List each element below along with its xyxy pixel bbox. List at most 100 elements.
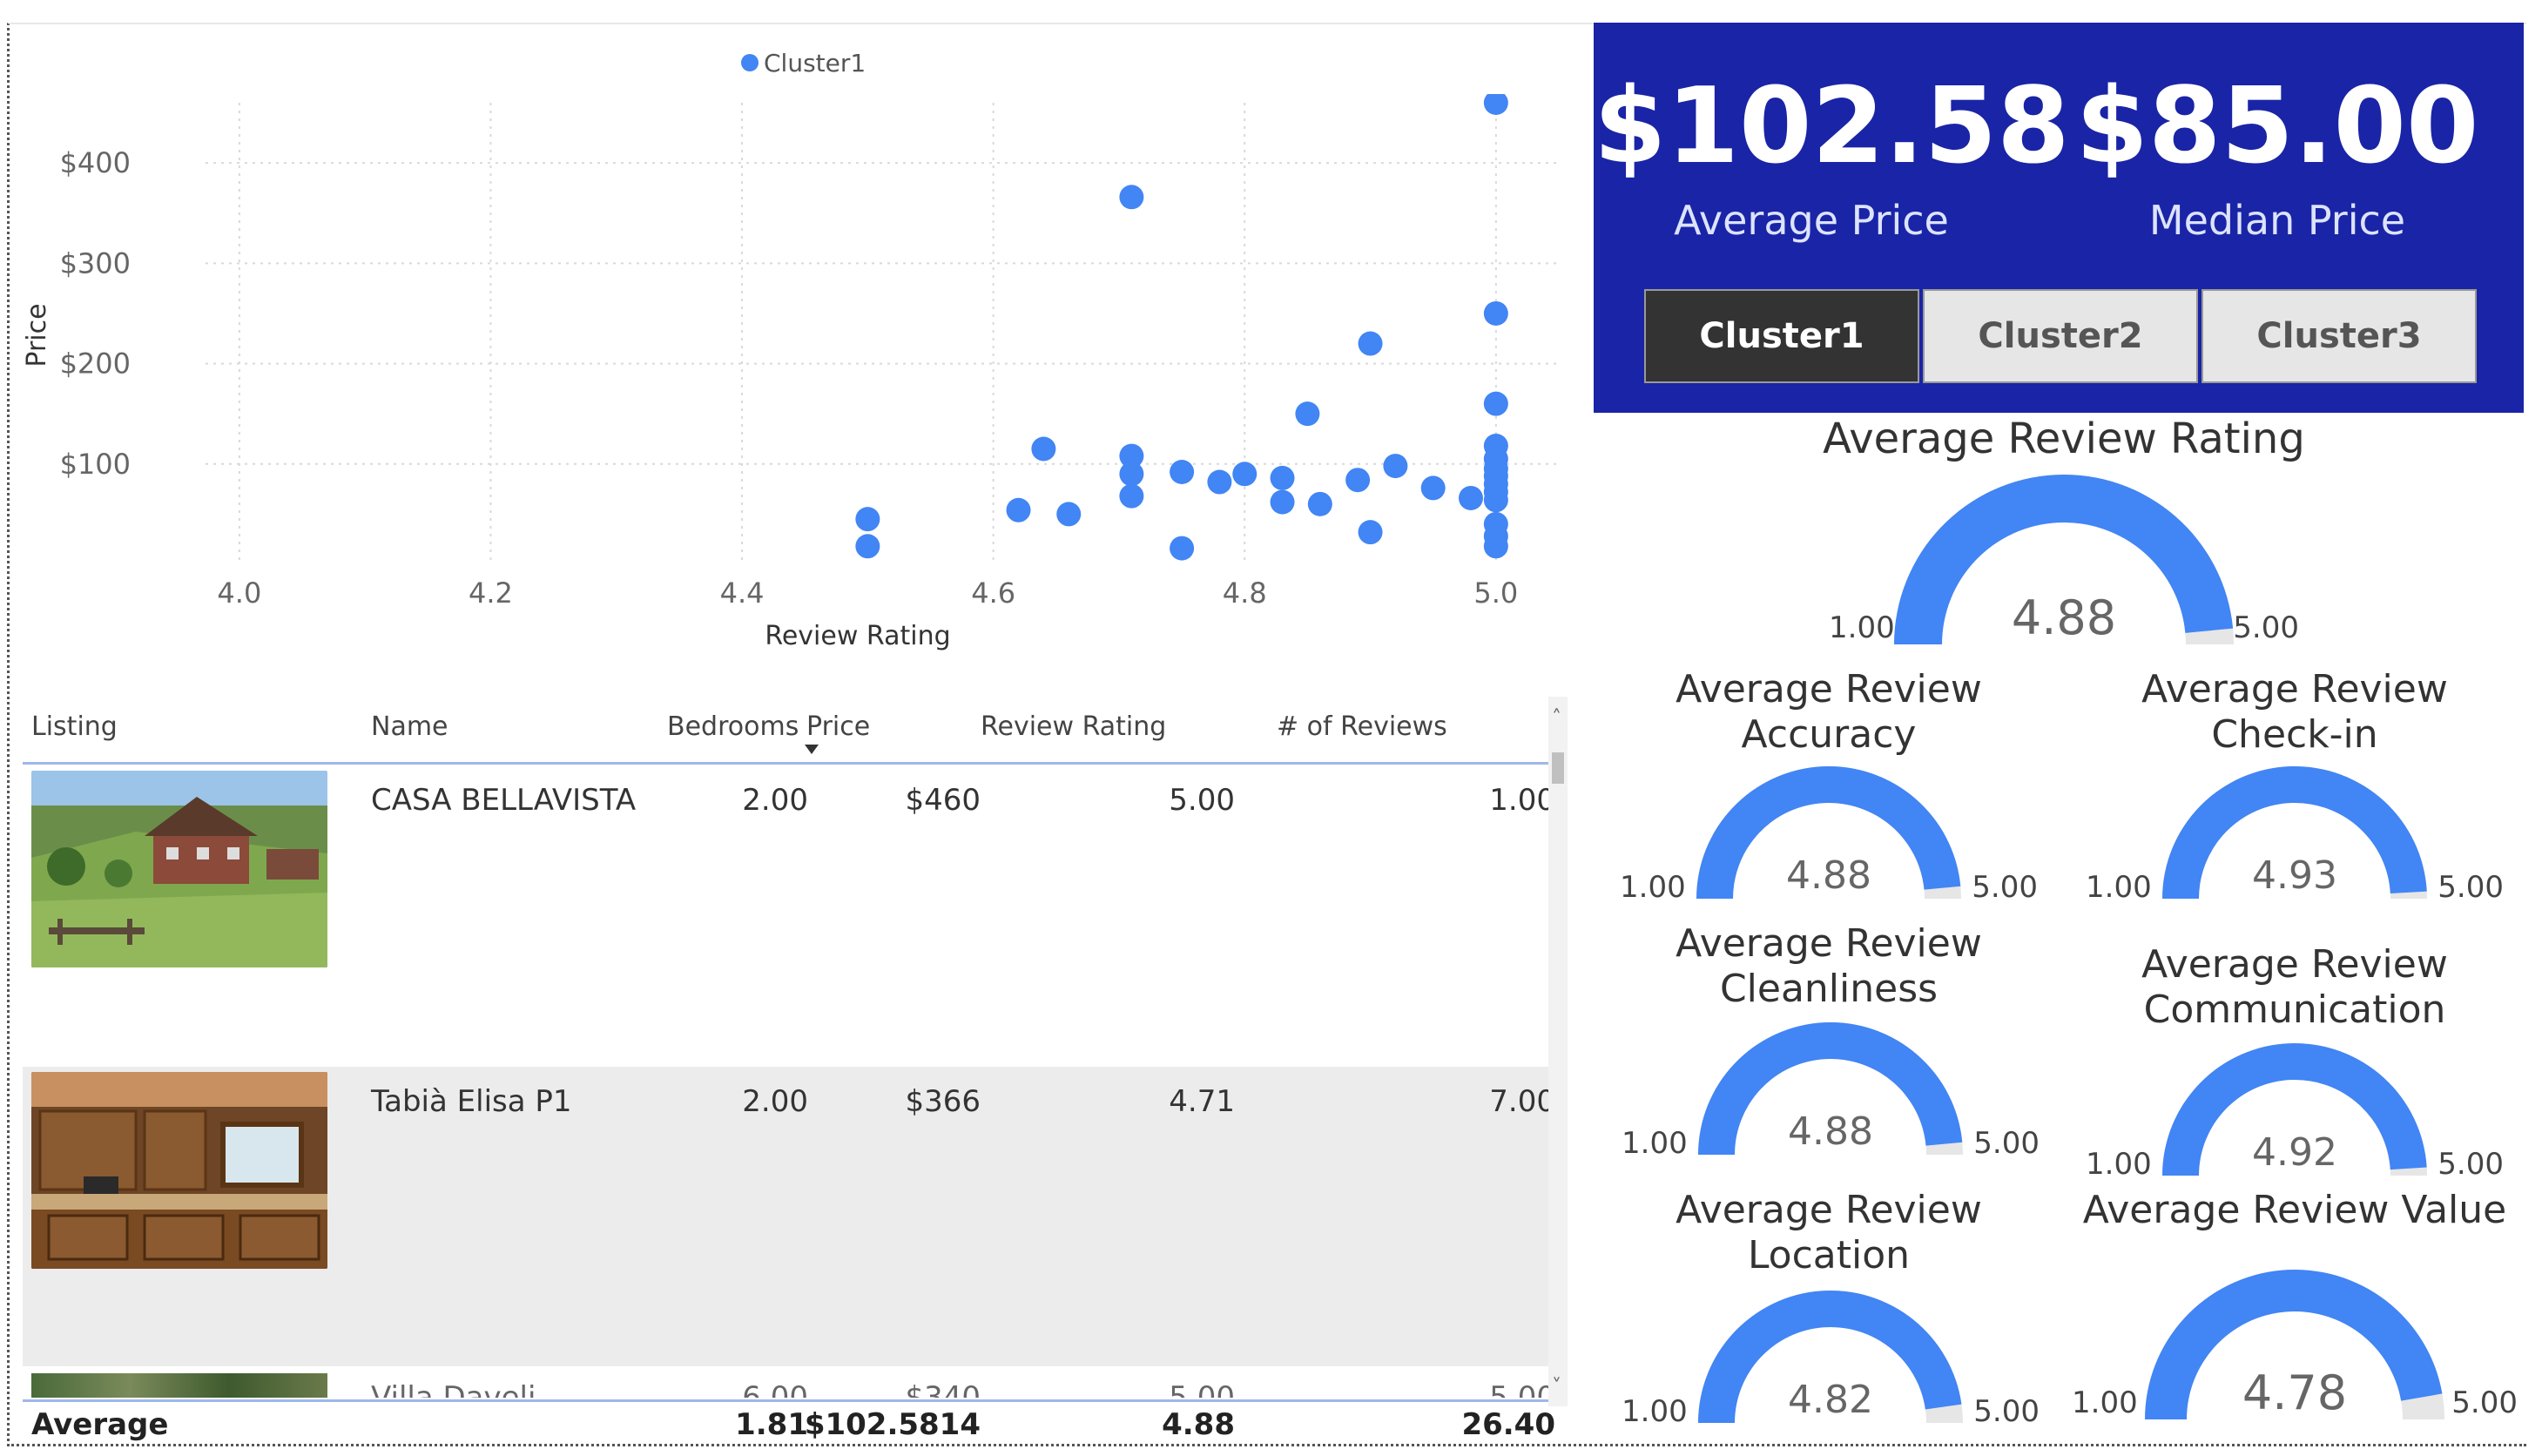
scatter-point [1232,462,1258,487]
x-tick-label: 4.0 [217,576,261,610]
gauge-title-check-in: Average Review Check-in [2068,667,2521,758]
price-kpi-panel: $102.58 Average Price $85.00 Median Pric… [1594,23,2524,413]
listing-photo-partial [31,1373,327,1398]
scatter-point [1420,475,1446,501]
cell-num-reviews: 1.00 [1489,783,1555,818]
scatter-point [1345,468,1371,493]
scatter-point [1170,536,1195,561]
cell-price: $340 [905,1380,981,1398]
cluster3-slicer-button[interactable]: Cluster3 [2201,289,2477,383]
table-row[interactable]: Villa Daveli 6.00 $340 5.00 5.00 [23,1373,1566,1398]
scatter-point [1119,483,1144,509]
gauge-value: 4.88 [1786,853,1871,898]
table-header: Listing Name Bedrooms Price Review Ratin… [23,692,1566,765]
scatter-point [1119,185,1144,210]
gauge-review-rating[interactable]: 4.88 1.00 5.00 [1794,470,2334,662]
scatter-point [1207,469,1232,495]
gauge-review-location[interactable]: 4.82 1.00 5.00 [1613,1284,2048,1432]
cell-name: Tabià Elisa P1 [371,1084,572,1119]
gauge-review-check-in[interactable]: 4.93 1.00 5.00 [2077,759,2512,907]
gauge-min-label: 1.00 [2086,1147,2152,1182]
table-row[interactable]: CASA BELLAVISTA 2.00 $460 5.00 1.00 [23,765,1566,1065]
gauge-min-label: 1.00 [1620,870,1686,905]
scatter-point [1358,331,1383,356]
y-tick-label: $400 [60,146,131,179]
scatter-point [1358,520,1383,545]
gauge-max-label: 5.00 [2437,1147,2504,1182]
scatter-point [1483,94,1508,115]
gauge-review-value[interactable]: 4.78 1.00 5.00 [2068,1249,2521,1423]
gauge-review-cleanliness[interactable]: 4.88 1.00 5.00 [1613,1015,2048,1163]
scroll-thumb[interactable] [1552,752,1564,784]
gauge-title-line: Average Review [1676,1188,1982,1232]
gauge-title-review-rating: Average Review Rating [1823,415,2305,463]
table-footer-average: Average 1.81 $102.5814 4.88 26.40 [23,1399,1566,1442]
y-axis-title: Price [22,303,52,367]
gauge-value: 4.78 [2242,1365,2347,1420]
gauge-value: 4.88 [1788,1109,1873,1154]
average-price-value: $102.58 [1594,66,2070,187]
cell-review-rating: 5.00 [1169,1380,1235,1398]
scatter-point [1270,489,1295,515]
sort-descending-icon [805,745,819,754]
x-tick-label: 4.4 [720,576,765,610]
cell-bedrooms: 6.00 [742,1380,808,1398]
footer-review-rating: 4.88 [1162,1407,1235,1442]
cell-bedrooms: 2.00 [742,1084,808,1119]
gauge-title-line: Communication [2143,988,2446,1032]
scatter-point [1056,502,1082,527]
gauge-title-line: Check-in [2211,712,2378,757]
gauge-review-communication[interactable]: 4.92 1.00 5.00 [2077,1036,2512,1184]
cell-bedrooms: 2.00 [742,783,808,818]
price-vs-rating-scatter-chart[interactable]: 4.0 4.2 4.4 4.6 4.8 5.0 $100 $200 $300 $400 Review… [0,0,1576,679]
column-header-name[interactable]: Name [371,711,448,742]
gauge-title-line: Accuracy [1741,712,1917,757]
gauge-title-accuracy: Average Review Accuracy [1602,667,2055,758]
x-axis-title: Review Rating [765,621,950,651]
median-price-value: $85.00 [2075,66,2479,187]
column-header-review-rating[interactable]: Review Rating [981,711,1166,742]
scatter-point [1307,491,1332,516]
cell-name: CASA BELLAVISTA [371,783,637,818]
footer-label: Average [31,1407,169,1442]
column-header-listing[interactable]: Listing [31,711,118,742]
y-tick-label: $300 [60,246,131,280]
cell-review-rating: 5.00 [1169,783,1235,818]
gauge-title-line: Average Review [2141,667,2448,711]
column-header-num-reviews[interactable]: # of Reviews [1277,711,1447,742]
gauge-max-label: 5.00 [1972,870,2038,905]
gauge-min-label: 1.00 [1622,1394,1688,1429]
y-tick-label: $100 [60,448,131,481]
footer-bedrooms: 1.81 [735,1407,808,1442]
gauge-title-value: Average Review Value [2082,1188,2507,1232]
gauge-min-label: 1.00 [2086,870,2152,905]
x-tick-label: 5.0 [1473,576,1518,610]
column-header-bedrooms[interactable]: Bedrooms [667,711,799,742]
scatter-point [855,534,880,559]
scroll-up-icon[interactable]: ˄ [1552,707,1561,729]
scatter-point [1006,497,1031,522]
x-tick-label: 4.2 [469,576,513,610]
y-tick-label: $200 [60,347,131,381]
cell-num-reviews: 5.00 [1489,1380,1555,1398]
gauge-value: 4.88 [2012,590,2116,645]
gauge-min-label: 1.00 [2072,1385,2138,1420]
footer-num-reviews: 26.40 [1461,1407,1555,1442]
scatter-point [1170,460,1195,484]
scroll-down-icon[interactable]: ˅ [1552,1376,1561,1398]
table-row[interactable]: Tabià Elisa P1 2.00 $366 4.71 7.00 [23,1067,1566,1366]
gauge-max-label: 5.00 [1973,1394,2040,1429]
table-scrollbar[interactable] [1548,697,1568,1406]
cell-name: Villa Daveli [371,1380,536,1398]
scatter-point [1483,534,1508,559]
x-tick-label: 4.6 [971,576,1015,610]
scatter-point [1031,436,1056,462]
column-header-price[interactable]: Price [806,711,870,742]
cluster2-slicer-button[interactable]: Cluster2 [1923,289,2198,383]
gauge-review-accuracy[interactable]: 4.88 1.00 5.00 [1611,759,2046,907]
cluster1-slicer-button[interactable]: Cluster1 [1644,289,1919,383]
gauge-title-cleanliness: Average Review Cleanliness [1602,921,2055,1012]
scatter-point [855,507,880,532]
listings-table[interactable]: Listing Name Bedrooms Price Review Ratin… [23,692,1566,1442]
scatter-points [855,94,1508,561]
